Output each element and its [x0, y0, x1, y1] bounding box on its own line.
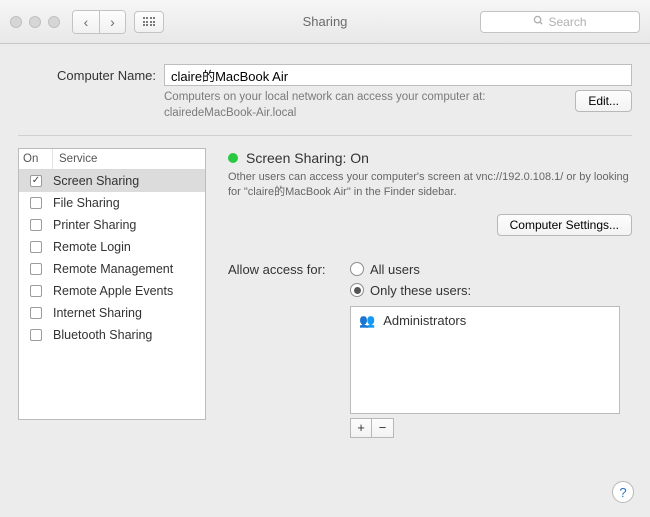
- services-header-service[interactable]: Service: [53, 149, 205, 169]
- service-checkbox[interactable]: [30, 307, 42, 319]
- computer-settings-button[interactable]: Computer Settings...: [497, 214, 632, 236]
- service-row[interactable]: Remote Management: [19, 258, 205, 280]
- remove-user-button[interactable]: −: [372, 418, 394, 438]
- service-checkbox[interactable]: [30, 263, 42, 275]
- service-checkbox[interactable]: [30, 285, 42, 297]
- user-name: Administrators: [383, 313, 466, 328]
- service-label: Remote Login: [53, 240, 131, 254]
- computer-name-subtext1: Computers on your local network can acce…: [164, 91, 486, 103]
- zoom-icon[interactable]: [48, 16, 60, 28]
- service-checkbox[interactable]: [30, 329, 42, 341]
- service-row[interactable]: Screen Sharing: [19, 170, 205, 192]
- status-title: Screen Sharing: On: [246, 150, 369, 166]
- computer-name-subtext2: clairedeMacBook-Air.local: [164, 107, 296, 119]
- service-checkbox[interactable]: [30, 219, 42, 231]
- add-user-button[interactable]: +: [350, 418, 372, 438]
- service-checkbox[interactable]: [30, 197, 42, 209]
- radio-icon: [350, 262, 364, 276]
- search-icon: [533, 15, 544, 29]
- list-item[interactable]: 👥 Administrators: [351, 307, 619, 335]
- service-checkbox[interactable]: [30, 241, 42, 253]
- forward-button[interactable]: ›: [99, 11, 125, 33]
- service-label: Remote Apple Events: [53, 284, 173, 298]
- search-input[interactable]: Search: [480, 11, 640, 33]
- service-label: Printer Sharing: [53, 218, 136, 232]
- service-row[interactable]: Bluetooth Sharing: [19, 324, 205, 346]
- service-row[interactable]: Remote Apple Events: [19, 280, 205, 302]
- service-row[interactable]: Internet Sharing: [19, 302, 205, 324]
- radio-only-these-users[interactable]: Only these users:: [350, 283, 471, 298]
- service-row[interactable]: Printer Sharing: [19, 214, 205, 236]
- users-icon: 👥: [359, 313, 375, 329]
- users-list[interactable]: 👥 Administrators: [350, 306, 620, 414]
- allow-access-label: Allow access for:: [228, 262, 340, 298]
- services-table: On Service Screen Sharing File Sharing Pri…: [18, 148, 206, 420]
- status-indicator-icon: [228, 153, 238, 163]
- minimize-icon[interactable]: [29, 16, 41, 28]
- service-row[interactable]: Remote Login: [19, 236, 205, 258]
- radio-only-these-users-label: Only these users:: [370, 283, 471, 298]
- services-header-on[interactable]: On: [19, 149, 53, 169]
- edit-button[interactable]: Edit...: [575, 90, 632, 112]
- computer-name-input[interactable]: [164, 64, 632, 86]
- grid-icon: [143, 17, 156, 26]
- radio-all-users-label: All users: [370, 262, 420, 277]
- service-label: File Sharing: [53, 196, 120, 210]
- service-checkbox[interactable]: [30, 175, 42, 187]
- service-label: Bluetooth Sharing: [53, 328, 152, 342]
- close-icon[interactable]: [10, 16, 22, 28]
- show-all-button[interactable]: [134, 11, 164, 33]
- service-label: Internet Sharing: [53, 306, 142, 320]
- status-description: Other users can access your computer's s…: [228, 170, 632, 200]
- search-placeholder: Search: [548, 15, 586, 29]
- radio-all-users[interactable]: All users: [350, 262, 471, 277]
- radio-icon: [350, 283, 364, 297]
- divider: [18, 135, 632, 136]
- computer-name-label: Computer Name:: [18, 68, 156, 83]
- service-label: Remote Management: [53, 262, 173, 276]
- service-label: Screen Sharing: [53, 174, 139, 188]
- service-row[interactable]: File Sharing: [19, 192, 205, 214]
- help-button[interactable]: ?: [612, 481, 634, 503]
- back-button[interactable]: ‹: [73, 11, 99, 33]
